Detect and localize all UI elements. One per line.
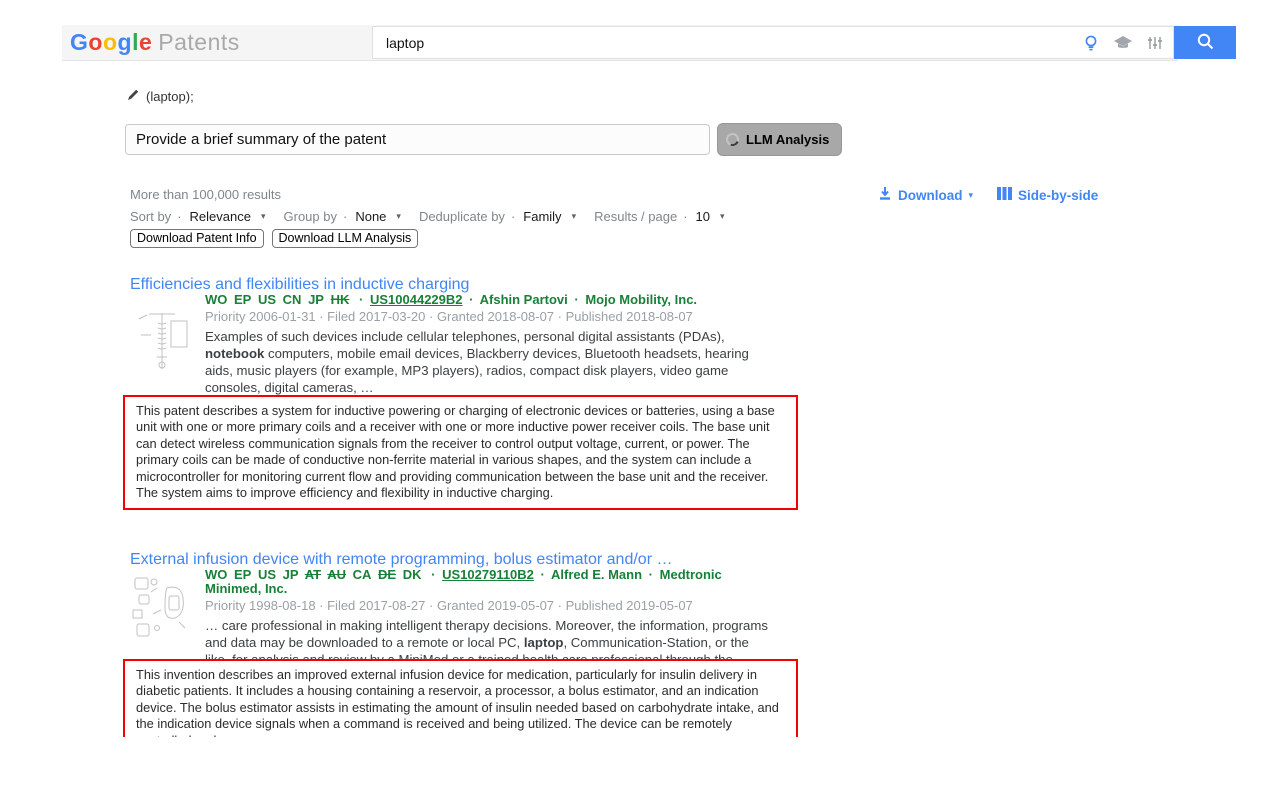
chevron-down-icon[interactable]: ▾ xyxy=(261,211,266,222)
separator-dot: · xyxy=(541,567,545,582)
country-code: DK xyxy=(403,567,422,582)
side-by-side-link[interactable]: Side-by-side xyxy=(997,187,1098,203)
country-code: JP xyxy=(283,567,299,582)
deduplicate-by-label: Deduplicate by xyxy=(419,209,505,224)
tune-settings-icon[interactable] xyxy=(1145,33,1165,53)
country-code: JP xyxy=(308,292,324,307)
separator-dot: · xyxy=(683,209,687,224)
group-by-label: Group by xyxy=(284,209,337,224)
separator-dot: · xyxy=(343,209,347,224)
download-link-label: Download xyxy=(898,188,963,203)
action-buttons-row: Download Patent Info Download LLM Analys… xyxy=(130,229,418,248)
country-code: WO xyxy=(205,292,227,307)
patent-thumbnail[interactable] xyxy=(127,570,197,642)
snippet-text: computers, mobile email devices, Blackbe… xyxy=(205,346,749,395)
llm-summary-box: This patent describes a system for induc… xyxy=(123,395,798,510)
country-code: HK xyxy=(331,292,350,307)
assignee-name: Mojo Mobility, Inc. xyxy=(585,292,697,307)
search-submit-button[interactable] xyxy=(1174,26,1236,59)
logo-letter: g xyxy=(118,29,133,55)
results-per-page-label: Results / page xyxy=(594,209,677,224)
results-toolbar: Download ▾ Side-by-side xyxy=(878,186,1098,204)
side-by-side-icon xyxy=(997,187,1012,203)
llm-summary-box: This invention describes an improved ext… xyxy=(123,659,798,737)
separator-dot: · xyxy=(177,209,181,224)
country-code: AT xyxy=(305,567,321,582)
deduplicate-by-dropdown[interactable]: Family xyxy=(523,209,561,224)
snippet-highlight: notebook xyxy=(205,346,264,361)
chevron-down-icon[interactable]: ▾ xyxy=(720,211,725,222)
result-details: WO EP US CN JP HK · US10044229B2 · Afshi… xyxy=(205,293,771,396)
results-count: More than 100,000 results xyxy=(130,187,281,202)
google-patents-logo[interactable]: GooglePatents xyxy=(70,29,240,56)
publication-line: WO EP US CN JP HK · US10044229B2 · Afshi… xyxy=(205,293,771,307)
separator-dot: · xyxy=(469,292,473,307)
separator-dot: · xyxy=(649,567,653,582)
dates-line: Priority 1998-08-18 · Filed 2017-08-27 ·… xyxy=(205,598,771,613)
download-link[interactable]: Download ▾ xyxy=(878,186,973,204)
header-bar: GooglePatents xyxy=(62,25,1178,61)
search-box xyxy=(372,26,1174,59)
llm-analysis-button[interactable]: LLM Analysis xyxy=(717,123,842,156)
logo-letter: G xyxy=(70,29,88,55)
side-by-side-label: Side-by-side xyxy=(1018,188,1098,203)
chevron-down-icon[interactable]: ▾ xyxy=(572,211,577,222)
group-by-dropdown[interactable]: None xyxy=(355,209,386,224)
country-code: CA xyxy=(353,567,372,582)
country-code: WO xyxy=(205,567,227,582)
country-code: US xyxy=(258,292,276,307)
query-text: (laptop); xyxy=(146,89,194,104)
country-code: AU xyxy=(327,567,346,582)
publication-line: WO EP US JP AT AU CA DE DK · US10279110B… xyxy=(205,568,771,596)
separator-dot: · xyxy=(574,292,578,307)
dates-line: Priority 2006-01-31 · Filed 2017-03-20 ·… xyxy=(205,309,771,324)
separator-dot: · xyxy=(359,292,363,307)
publication-number-link[interactable]: US10044229B2 xyxy=(370,292,463,307)
inventor-name: Alfred E. Mann xyxy=(551,567,642,582)
results-per-page-dropdown[interactable]: 10 xyxy=(696,209,710,224)
country-code: EP xyxy=(234,292,251,307)
country-code: CN xyxy=(283,292,302,307)
separator-dot: · xyxy=(431,567,435,582)
edit-pencil-icon[interactable] xyxy=(127,89,139,104)
snippet-highlight: laptop xyxy=(524,635,564,650)
separator-dot: · xyxy=(511,209,515,224)
logo-letter: e xyxy=(139,29,152,55)
patent-thumbnail[interactable] xyxy=(127,305,197,377)
result-snippet: Examples of such devices include cellula… xyxy=(205,328,771,396)
sort-bar: Sort by · Relevance ▾ Group by · None ▾ … xyxy=(130,209,737,224)
sort-by-dropdown[interactable]: Relevance xyxy=(190,209,251,224)
country-code: DE xyxy=(378,567,396,582)
publication-number-link[interactable]: US10279110B2 xyxy=(442,567,534,582)
scholar-cap-icon[interactable] xyxy=(1113,33,1133,53)
snippet-text: Examples of such devices include cellula… xyxy=(205,329,725,344)
logo-product-label: Patents xyxy=(158,29,240,55)
sort-by-label: Sort by xyxy=(130,209,171,224)
country-code: US xyxy=(258,567,276,582)
logo-letter: o xyxy=(88,29,103,55)
download-icon xyxy=(878,186,892,204)
inventor-name: Afshin Partovi xyxy=(480,292,568,307)
query-line: (laptop); xyxy=(127,89,194,104)
logo-letter: l xyxy=(132,29,139,55)
llm-prompt-input[interactable] xyxy=(125,124,710,155)
search-input[interactable] xyxy=(373,27,1013,58)
magnifier-icon xyxy=(1196,32,1215,54)
lightbulb-icon[interactable] xyxy=(1081,33,1101,53)
download-llm-analysis-button[interactable]: Download LLM Analysis xyxy=(272,229,419,248)
chevron-down-icon[interactable]: ▾ xyxy=(396,211,401,222)
download-patent-info-button[interactable]: Download Patent Info xyxy=(130,229,264,248)
spinner-icon xyxy=(724,131,741,148)
logo-letter: o xyxy=(103,29,118,55)
llm-summary-box-clipped: This invention describes an improved ext… xyxy=(123,659,802,737)
country-code: EP xyxy=(234,567,251,582)
llm-analysis-button-label: LLM Analysis xyxy=(746,132,829,147)
chevron-down-icon: ▾ xyxy=(969,190,974,201)
